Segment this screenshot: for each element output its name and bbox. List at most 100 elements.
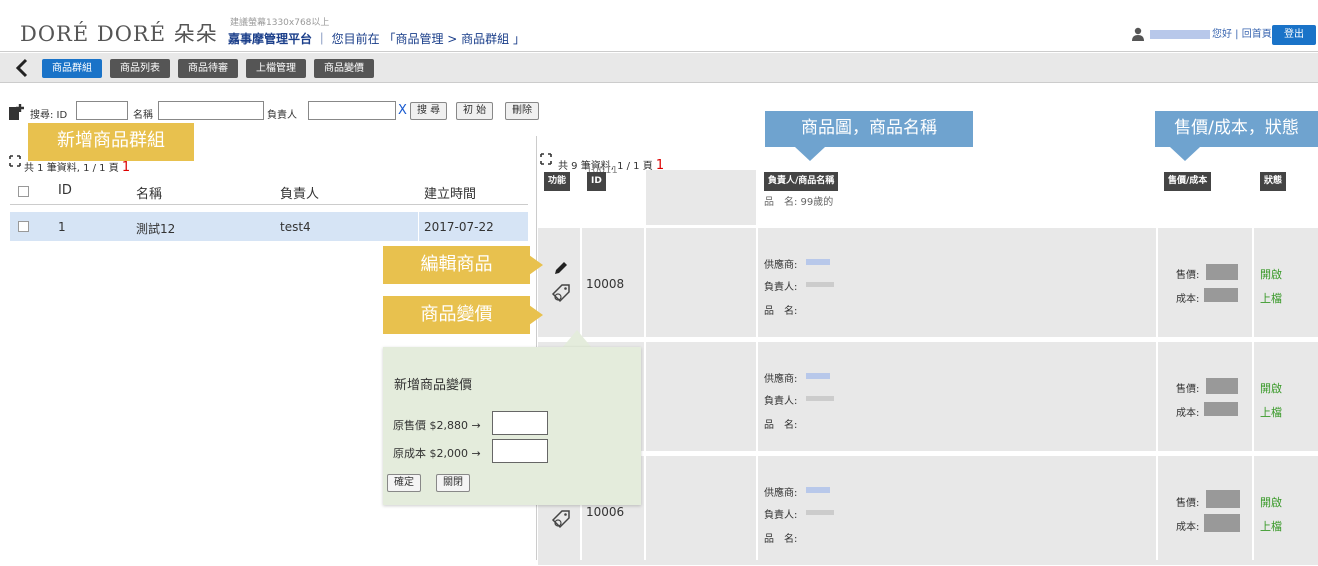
tab-price-change[interactable]: 商品變價 bbox=[314, 59, 374, 78]
cost-masked bbox=[1204, 514, 1240, 532]
tab-product-list[interactable]: 商品列表 bbox=[110, 59, 170, 78]
owner-label: 負責人: bbox=[764, 510, 798, 521]
product-row[interactable] bbox=[538, 342, 1318, 452]
product-id: 10008 bbox=[586, 277, 625, 291]
price-tag-icon[interactable] bbox=[550, 282, 572, 304]
price-masked bbox=[1206, 490, 1240, 508]
row-owner: test4 bbox=[280, 220, 311, 234]
col-name: 名稱 bbox=[136, 187, 163, 202]
price-label: 售價: bbox=[1176, 270, 1200, 281]
col-product-id: ID bbox=[587, 172, 606, 191]
product-row[interactable] bbox=[538, 228, 1318, 338]
status-open[interactable]: 開啟 bbox=[1260, 494, 1282, 510]
price-label: 售價: bbox=[1176, 384, 1200, 395]
row-checkbox[interactable] bbox=[18, 221, 29, 232]
tab-listing-management[interactable]: 上檔管理 bbox=[246, 59, 306, 78]
search-name-label: 名稱 bbox=[133, 110, 153, 121]
owner-label: 負責人: bbox=[764, 396, 798, 407]
select-all-checkbox[interactable] bbox=[18, 186, 29, 197]
col-owner: 負責人 bbox=[280, 187, 320, 202]
cost-label: 成本: bbox=[1176, 294, 1200, 305]
callout-price-change: 商品變價 bbox=[383, 296, 530, 334]
search-owner-label: 負責人 bbox=[267, 110, 297, 121]
cost-label: 成本: bbox=[1176, 408, 1200, 419]
new-price-input[interactable] bbox=[492, 411, 548, 435]
col-function: 功能 bbox=[544, 172, 571, 191]
callout-edit-product: 編輯商品 bbox=[383, 246, 530, 284]
back-arrow-icon[interactable] bbox=[15, 58, 29, 81]
cell-divider bbox=[644, 228, 646, 560]
search-name-input[interactable] bbox=[158, 101, 264, 120]
col-status: 狀態 bbox=[1260, 172, 1287, 191]
product-row[interactable] bbox=[538, 456, 1318, 566]
owner-masked bbox=[806, 510, 834, 515]
expand-icon[interactable] bbox=[9, 155, 21, 167]
price-tag-icon[interactable] bbox=[550, 508, 572, 530]
row-name: 測試12 bbox=[136, 222, 176, 236]
price-masked bbox=[1206, 378, 1238, 394]
status-listed[interactable]: 上檔 bbox=[1260, 404, 1282, 420]
search-id-input[interactable] bbox=[76, 101, 128, 120]
delete-button[interactable]: 刪除 bbox=[505, 102, 539, 120]
expand-icon[interactable] bbox=[540, 153, 552, 165]
callout-pointer bbox=[529, 255, 543, 275]
popup-title: 新增商品變價 bbox=[394, 378, 473, 393]
price-label: 售價: bbox=[1176, 498, 1200, 509]
logout-button[interactable]: 登出 bbox=[1272, 25, 1316, 45]
brand-logo[interactable]: DORÉ DORÉ 朵朵 bbox=[20, 18, 218, 48]
left-summary: 共 1 筆資料, 1 / 1 頁 1 bbox=[24, 160, 131, 175]
price-masked bbox=[1206, 264, 1238, 280]
row-divider bbox=[418, 212, 419, 241]
behind-product-name: 品 名: 99歲的 bbox=[764, 197, 834, 208]
cost-masked bbox=[1204, 402, 1238, 416]
row-id: 1 bbox=[58, 220, 66, 234]
col-id: ID bbox=[58, 183, 72, 198]
edit-pencil-icon[interactable] bbox=[553, 260, 569, 276]
search-id-label: 搜尋: ID bbox=[30, 110, 68, 121]
confirm-button[interactable]: 確定 bbox=[387, 474, 421, 492]
owner-masked bbox=[806, 282, 834, 287]
status-open[interactable]: 開啟 bbox=[1260, 266, 1282, 282]
cell-divider bbox=[1252, 228, 1254, 560]
product-name-label: 品 名: bbox=[764, 534, 798, 545]
breadcrumb: 嘉事摩管理平台 ｜ 您目前在 「商品管理 > 商品群組 」 bbox=[228, 30, 525, 47]
col-created: 建立時間 bbox=[424, 187, 477, 202]
screen-suggestion: 建議螢幕1330x768以上 bbox=[230, 18, 330, 28]
close-button[interactable]: 關閉 bbox=[436, 474, 470, 492]
cell-divider bbox=[756, 228, 758, 560]
search-button[interactable]: 搜 尋 bbox=[410, 102, 448, 120]
callout-pointer bbox=[1170, 147, 1200, 161]
tab-product-pending[interactable]: 商品待審 bbox=[178, 59, 238, 78]
left-page-number[interactable]: 1 bbox=[122, 160, 130, 175]
supplier-masked bbox=[806, 487, 830, 493]
product-name-label: 品 名: bbox=[764, 306, 798, 317]
product-name-label: 品 名: bbox=[764, 420, 798, 431]
orig-cost-label: 原成本 $2,000 → bbox=[393, 447, 481, 460]
callout-pointer bbox=[795, 147, 825, 161]
supplier-label: 供應商: bbox=[764, 260, 798, 271]
platform-name: 嘉事摩管理平台 bbox=[228, 32, 313, 46]
username-masked bbox=[1150, 30, 1210, 39]
user-greeting-home-link[interactable]: 您好 | 回首頁 bbox=[1212, 25, 1272, 40]
new-cost-input[interactable] bbox=[492, 439, 548, 463]
tab-product-group[interactable]: 商品群組 bbox=[42, 59, 102, 78]
add-group-icon[interactable] bbox=[8, 103, 26, 121]
search-owner-input[interactable] bbox=[308, 101, 396, 120]
cell-divider bbox=[1156, 228, 1158, 560]
product-image bbox=[646, 170, 756, 225]
col-price-cost: 售價/成本 bbox=[1164, 172, 1212, 191]
status-open[interactable]: 開啟 bbox=[1260, 380, 1282, 396]
supplier-label: 供應商: bbox=[764, 374, 798, 385]
supplier-masked bbox=[806, 259, 830, 265]
cost-masked bbox=[1204, 288, 1238, 302]
status-listed[interactable]: 上檔 bbox=[1260, 518, 1282, 534]
callout-image-name: 商品圖，商品名稱 bbox=[765, 111, 973, 147]
orig-price-label: 原售價 $2,880 → bbox=[393, 419, 481, 432]
owner-label: 負責人: bbox=[764, 282, 798, 293]
reset-button[interactable]: 初 始 bbox=[456, 102, 494, 120]
clear-search-icon[interactable]: X bbox=[398, 103, 407, 118]
product-id: 10006 bbox=[586, 505, 625, 519]
status-listed[interactable]: 上檔 bbox=[1260, 290, 1282, 306]
header-divider bbox=[10, 204, 528, 205]
row-date: 2017-07-22 bbox=[424, 220, 494, 234]
